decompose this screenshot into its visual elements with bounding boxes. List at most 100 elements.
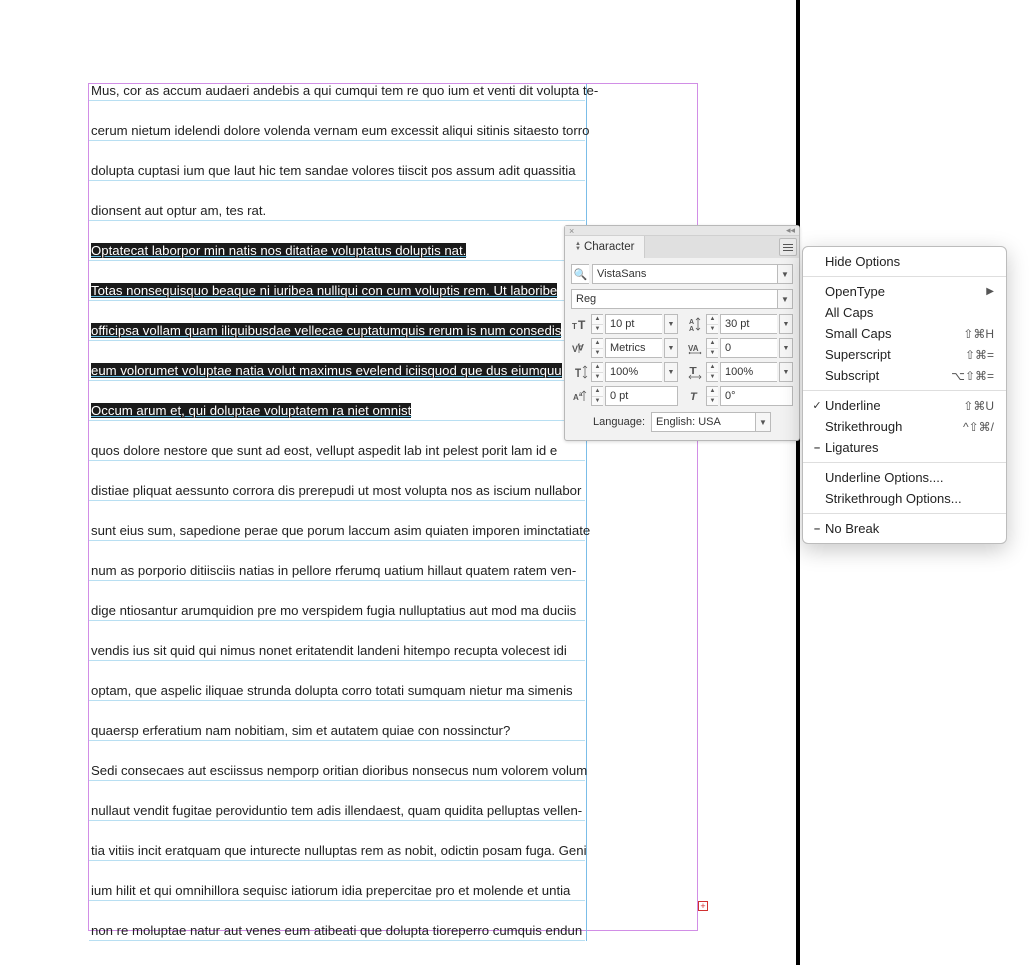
menu-separator (803, 390, 1006, 391)
svg-text:T: T (575, 367, 581, 380)
leading-value[interactable]: 30 pt (720, 314, 777, 334)
tab-cycle-icon: ▲▼ (575, 242, 581, 252)
stepper[interactable]: ▲▼ (591, 386, 603, 406)
close-icon[interactable]: × (569, 226, 574, 236)
menu-ligatures[interactable]: –Ligatures (803, 437, 1006, 458)
chevron-down-icon[interactable]: ▼ (777, 264, 793, 284)
leading-icon: AA (686, 315, 704, 333)
stepper[interactable]: ▲▼ (591, 338, 603, 358)
font-size-icon: TT (571, 315, 589, 333)
stepper[interactable]: ▲▼ (591, 362, 603, 382)
baseline-shift-icon: Aa (571, 387, 589, 405)
text-frame[interactable]: Mus, cor as accum audaeri andebis a qui … (88, 83, 700, 933)
panel-tab-row: ▲▼ Character (565, 236, 799, 258)
chevron-down-icon[interactable]: ▼ (779, 314, 793, 334)
menu-no-break[interactable]: –No Break (803, 518, 1006, 539)
chevron-down-icon[interactable]: ▼ (664, 338, 678, 358)
text-line[interactable]: cerum nietum idelendi dolore volenda ver… (89, 124, 585, 141)
panel-titlebar[interactable]: × ◂◂ (565, 226, 799, 236)
text-line[interactable]: Sedi consecaes aut esciissus nemporp ori… (89, 764, 585, 781)
menu-all-caps[interactable]: All Caps (803, 302, 1006, 323)
panel-menu-button[interactable] (779, 238, 797, 256)
tab-character[interactable]: ▲▼ Character (565, 236, 645, 258)
svg-text:A: A (689, 326, 694, 332)
text-line[interactable]: dolupta cuptasi ium que laut hic tem san… (89, 164, 585, 181)
language-value[interactable]: English: USA (651, 412, 755, 432)
overset-indicator[interactable] (698, 901, 708, 911)
text-line[interactable]: dionsent aut optur am, tes rat. (89, 204, 585, 221)
skew-field: T ▲▼ 0° (686, 386, 793, 406)
search-icon: 🔍 (571, 264, 589, 284)
menu-superscript[interactable]: Superscript⇧⌘= (803, 344, 1006, 365)
kerning-value[interactable]: Metrics (605, 338, 662, 358)
hscale-value[interactable]: 100% (720, 362, 777, 382)
menu-subscript[interactable]: Subscript⌥⇧⌘= (803, 365, 1006, 386)
menu-separator (803, 276, 1006, 277)
chevron-down-icon[interactable]: ▼ (777, 289, 793, 309)
menu-hide-options[interactable]: Hide Options (803, 251, 1006, 272)
text-line[interactable]: distiae pliquat aessunto corrora dis pre… (89, 484, 585, 501)
vscale-value[interactable]: 100% (605, 362, 662, 382)
svg-text:A: A (577, 342, 584, 352)
chevron-down-icon[interactable]: ▼ (755, 412, 771, 432)
text-line[interactable]: non re moluptae natur aut venes eum atib… (89, 924, 585, 941)
text-line[interactable]: vendis ius sit quid qui nimus nonet erit… (89, 644, 585, 661)
font-family-input[interactable] (592, 264, 777, 284)
chevron-down-icon[interactable]: ▼ (664, 314, 678, 334)
font-size-field: TT ▲▼ 10 pt ▼ (571, 314, 678, 334)
menu-underline[interactable]: ✓Underline⇧⌘U (803, 395, 1006, 416)
tracking-value[interactable]: 0 (720, 338, 777, 358)
text-line[interactable]: ium hilit et qui omnihillora sequisc iat… (89, 884, 585, 901)
text-line[interactable]: Occum arum et, qui doluptae voluptatem r… (89, 404, 585, 421)
stepper[interactable]: ▲▼ (706, 386, 718, 406)
text-line[interactable]: nullaut vendit fugitae peroviduntio tem … (89, 804, 585, 821)
text-line[interactable]: dige ntiosantur arumquidion pre mo versp… (89, 604, 585, 621)
svg-text:A: A (689, 319, 694, 326)
font-style-value[interactable]: Reg (571, 289, 777, 309)
text-line[interactable]: Optatecat laborpor min natis nos ditatia… (89, 244, 585, 261)
font-family-combo[interactable]: ▼ (592, 264, 793, 284)
kerning-field: VA ▲▼ Metrics ▼ (571, 338, 678, 358)
stepper[interactable]: ▲▼ (706, 362, 718, 382)
text-line[interactable]: Mus, cor as accum audaeri andebis a qui … (89, 84, 585, 101)
text-line[interactable]: eum volorumet voluptae natia volut maxim… (89, 364, 585, 381)
tracking-field: VA ▲▼ 0 ▼ (686, 338, 793, 358)
text-line[interactable]: sunt eius sum, sapedione perae que porum… (89, 524, 585, 541)
menu-small-caps[interactable]: Small Caps⇧⌘H (803, 323, 1006, 344)
page-edge (796, 0, 800, 965)
document-area: Mus, cor as accum audaeri andebis a qui … (0, 0, 800, 965)
text-line[interactable]: optam, que aspelic iliquae strunda dolup… (89, 684, 585, 701)
collapse-icon[interactable]: ◂◂ (786, 225, 795, 236)
text-line[interactable]: num as porporio ditiisciis natias in pel… (89, 564, 585, 581)
chevron-down-icon[interactable]: ▼ (779, 338, 793, 358)
text-line[interactable]: officipsa vollam quam iliquibusdae velle… (89, 324, 585, 341)
stepper[interactable]: ▲▼ (706, 338, 718, 358)
baseline-value[interactable]: 0 pt (605, 386, 678, 406)
menu-opentype[interactable]: OpenType▶ (803, 281, 1006, 302)
dash-icon: – (809, 523, 825, 535)
text-line[interactable]: quaersp erferatium nam nobitiam, sim et … (89, 724, 585, 741)
text-line[interactable]: tia vitiis incit eratquam que inturecte … (89, 844, 585, 861)
chevron-down-icon[interactable]: ▼ (779, 362, 793, 382)
text-column[interactable]: Mus, cor as accum audaeri andebis a qui … (89, 84, 587, 941)
submenu-arrow-icon: ▶ (986, 286, 994, 297)
menu-strikethrough-options[interactable]: Strikethrough Options... (803, 488, 1006, 509)
language-combo[interactable]: English: USA ▼ (651, 412, 771, 432)
chevron-down-icon[interactable]: ▼ (664, 362, 678, 382)
menu-strikethrough[interactable]: Strikethrough^⇧⌘/ (803, 416, 1006, 437)
tab-label: Character (584, 241, 635, 253)
character-panel-menu: Hide Options OpenType▶ All Caps Small Ca… (802, 246, 1007, 544)
stepper[interactable]: ▲▼ (706, 314, 718, 334)
text-line[interactable]: quos dolore nestore que sunt ad eost, ve… (89, 444, 585, 461)
skew-value[interactable]: 0° (720, 386, 793, 406)
menu-underline-options[interactable]: Underline Options.... (803, 467, 1006, 488)
svg-text:V: V (572, 344, 578, 354)
font-family-row: 🔍 ▼ (571, 264, 793, 284)
skew-icon: T (686, 387, 704, 405)
metrics-grid: TT ▲▼ 10 pt ▼ AA ▲▼ 30 pt ▼ VA ▲▼ Metric… (571, 314, 793, 406)
stepper[interactable]: ▲▼ (591, 314, 603, 334)
font-size-value[interactable]: 10 pt (605, 314, 662, 334)
leading-field: AA ▲▼ 30 pt ▼ (686, 314, 793, 334)
font-style-combo[interactable]: Reg ▼ (571, 289, 793, 309)
text-line[interactable]: Totas nonsequisquo beaque ni iuribea nul… (89, 284, 585, 301)
